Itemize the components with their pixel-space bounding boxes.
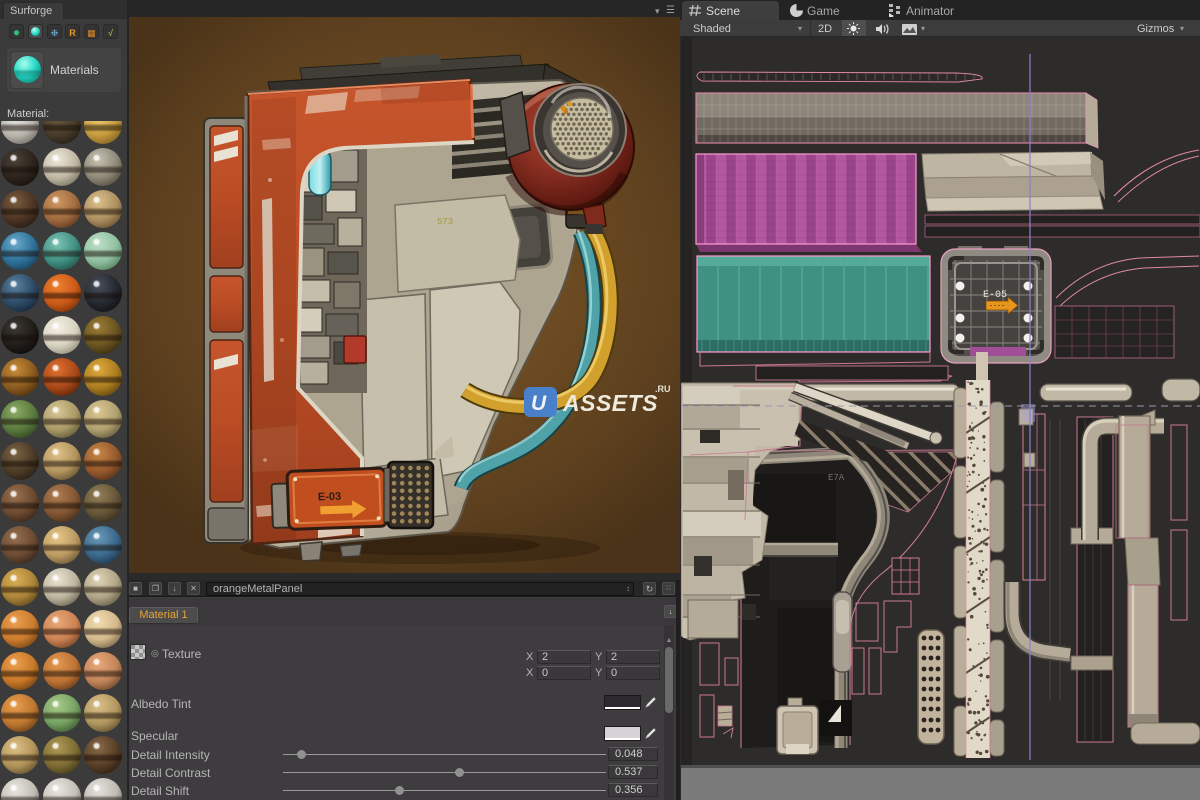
svg-text:.RU: .RU — [655, 384, 671, 394]
svg-text:E7A: E7A — [828, 473, 845, 483]
svg-text:E-05: E-05 — [983, 290, 1007, 301]
svg-text:U: U — [531, 392, 547, 415]
svg-text:ASSETS: ASSETS — [562, 390, 658, 416]
svg-text:573: 573 — [437, 217, 453, 227]
svg-text:E-03: E-03 — [318, 491, 342, 504]
